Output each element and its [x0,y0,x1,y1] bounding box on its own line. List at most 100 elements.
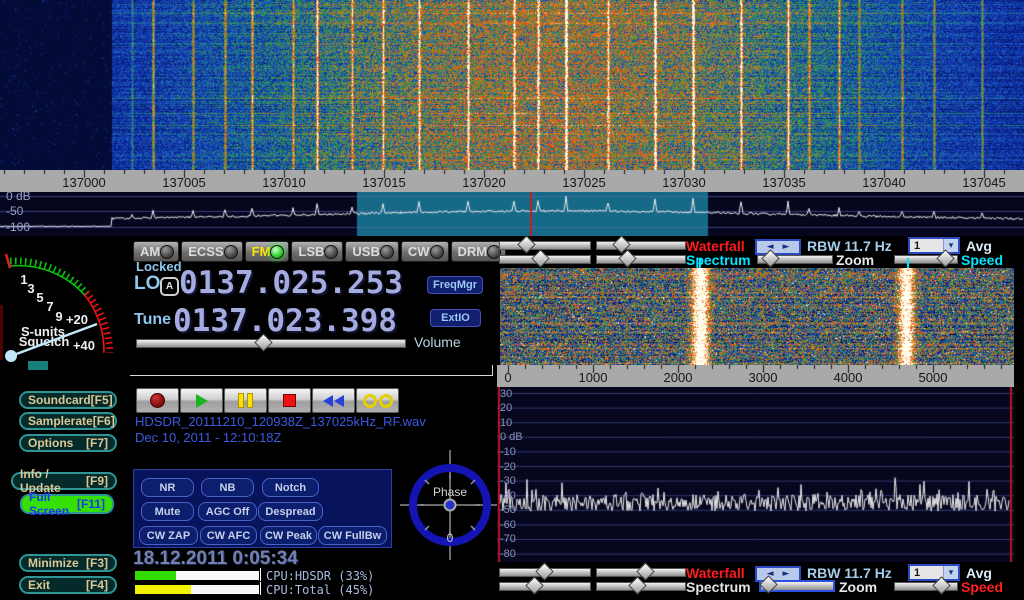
stop-button[interactable] [268,388,311,413]
speed-slider-2[interactable] [894,582,958,591]
avg-dropdown-2[interactable]: 1 ▾ [908,564,960,581]
cpu-hdsdr-bar [135,571,259,580]
record-button[interactable] [136,388,179,413]
speed-slider[interactable] [894,255,958,264]
slider-thumb[interactable] [517,235,535,253]
samplerate-button[interactable]: Samplerate[F6] [19,412,117,430]
cw-afc-button[interactable]: CW AFC [200,526,257,545]
audio-tick-label: 5000 [919,370,948,385]
mode-ecss-button[interactable]: ECSS [181,241,242,262]
freq-tick-label: 137030 [662,175,705,190]
mode-led [224,245,238,259]
button-label: Options [28,436,73,450]
pause-button[interactable] [224,388,267,413]
extio-button[interactable]: ExtIO [430,309,481,327]
spinner-right-icon[interactable]: ► [783,243,790,252]
avg-dropdown[interactable]: 1 ▾ [908,237,960,254]
tape-icon [379,394,393,408]
group-divider-tick [492,365,493,376]
agc-button[interactable]: AGC Off [198,502,257,521]
freq-tick-label: 137045 [962,175,1005,190]
avg-dropdown-value: 1 [910,240,943,252]
db-label: 0 dB [6,189,31,203]
zoom-slider-2-focused[interactable] [759,580,835,592]
stop-icon [283,394,296,407]
squelch-indicator[interactable] [28,361,48,370]
cw-peak-button[interactable]: CW Peak [260,526,317,545]
button-key: [F6] [93,414,115,428]
lo-label: LO [134,273,160,295]
mode-label: FM [252,244,271,259]
fullscreen-button[interactable]: Full Screen[F11] [20,494,114,514]
db-label: 0 dB [500,431,523,443]
nb-button[interactable]: NB [201,478,254,497]
mode-label: DRM [458,244,488,259]
freq-tick-label: 137000 [62,175,105,190]
mode-drm-button[interactable]: DRM [451,241,507,262]
tune-frequency-display[interactable]: 0137.023.398 [173,303,397,339]
slider-thumb[interactable] [525,576,543,594]
wf-contrast-slider-2[interactable] [499,568,591,577]
audio-waterfall[interactable] [500,268,1014,365]
volume-slider[interactable] [136,339,406,348]
nr-button[interactable]: NR [141,478,194,497]
rewind-icon [323,395,333,407]
audio-spectrum[interactable] [497,387,1014,562]
wf-brightness-slider[interactable] [596,241,686,250]
smeter-edge-mark [0,305,3,360]
lo-frequency-display[interactable]: 0137.025.253 [179,265,403,301]
passband-marker [699,258,701,268]
spectrum-label-2[interactable]: Spectrum [686,579,751,595]
spectrum-label[interactable]: Spectrum [686,252,751,268]
button-key: [F5] [91,393,113,407]
spec-range-slider[interactable] [499,255,591,264]
chevron-down-icon[interactable]: ▾ [943,566,958,579]
mode-cw-button[interactable]: CW [401,241,449,262]
freq-tick-label: 137010 [262,175,305,190]
slider-thumb[interactable] [531,249,549,267]
smeter-needle-pivot [5,350,17,362]
cw-fullbw-button[interactable]: CW FullBw [318,526,387,545]
tape-button[interactable] [356,388,399,413]
smeter-tick-label: 5 [36,290,43,305]
info-update-button[interactable]: Info / Update[F9] [11,472,117,490]
main-frequency-scale[interactable]: 137000 137005 137010 137015 137020 13702… [0,170,1024,192]
rewind-icon [334,395,344,407]
spec-offset-slider[interactable] [596,255,686,264]
freqmgr-button[interactable]: FreqMgr [427,276,483,294]
freq-tick-label: 137005 [162,175,205,190]
lo-a-badge[interactable]: A [160,277,179,296]
despread-button[interactable]: Despread [258,502,323,521]
rewind-button[interactable] [312,388,355,413]
wf-contrast-slider[interactable] [499,241,591,250]
passband-marker [907,258,909,268]
rbw-spinner[interactable]: ◄► [755,239,801,255]
mode-lsb-button[interactable]: LSB [291,241,343,262]
mode-label: USB [352,244,379,259]
options-button[interactable]: Options[F7] [19,434,117,452]
soundcard-button[interactable]: Soundcard[F5] [19,391,117,409]
cw-zap-button[interactable]: CW ZAP [139,526,198,545]
slider-thumb[interactable] [535,562,553,580]
group-divider [130,375,493,376]
db-label: 10 [500,417,512,429]
button-label: Samplerate [28,414,93,428]
mute-button[interactable]: Mute [141,502,194,521]
freq-tick-label: 137025 [562,175,605,190]
mode-led [430,245,444,259]
play-button[interactable] [180,388,223,413]
main-waterfall[interactable] [0,0,1024,170]
phase-dial: Phase 0 [399,448,501,562]
spec-offset-slider-2[interactable] [596,582,686,591]
speed-label: Speed [961,252,1003,268]
exit-button[interactable]: Exit[F4] [19,576,117,594]
spinner-right-icon[interactable]: ► [783,570,790,579]
mode-fm-button[interactable]: FM [245,241,290,262]
mode-usb-button[interactable]: USB [345,241,398,262]
wf-brightness-slider-2[interactable] [596,568,686,577]
main-spectrum[interactable]: 0 dB -50 -100 [0,192,1024,236]
spec-range-slider-2[interactable] [499,582,591,591]
notch-button[interactable]: Notch [262,478,319,497]
zoom-slider[interactable] [757,255,833,264]
minimize-button[interactable]: Minimize[F3] [19,554,117,572]
